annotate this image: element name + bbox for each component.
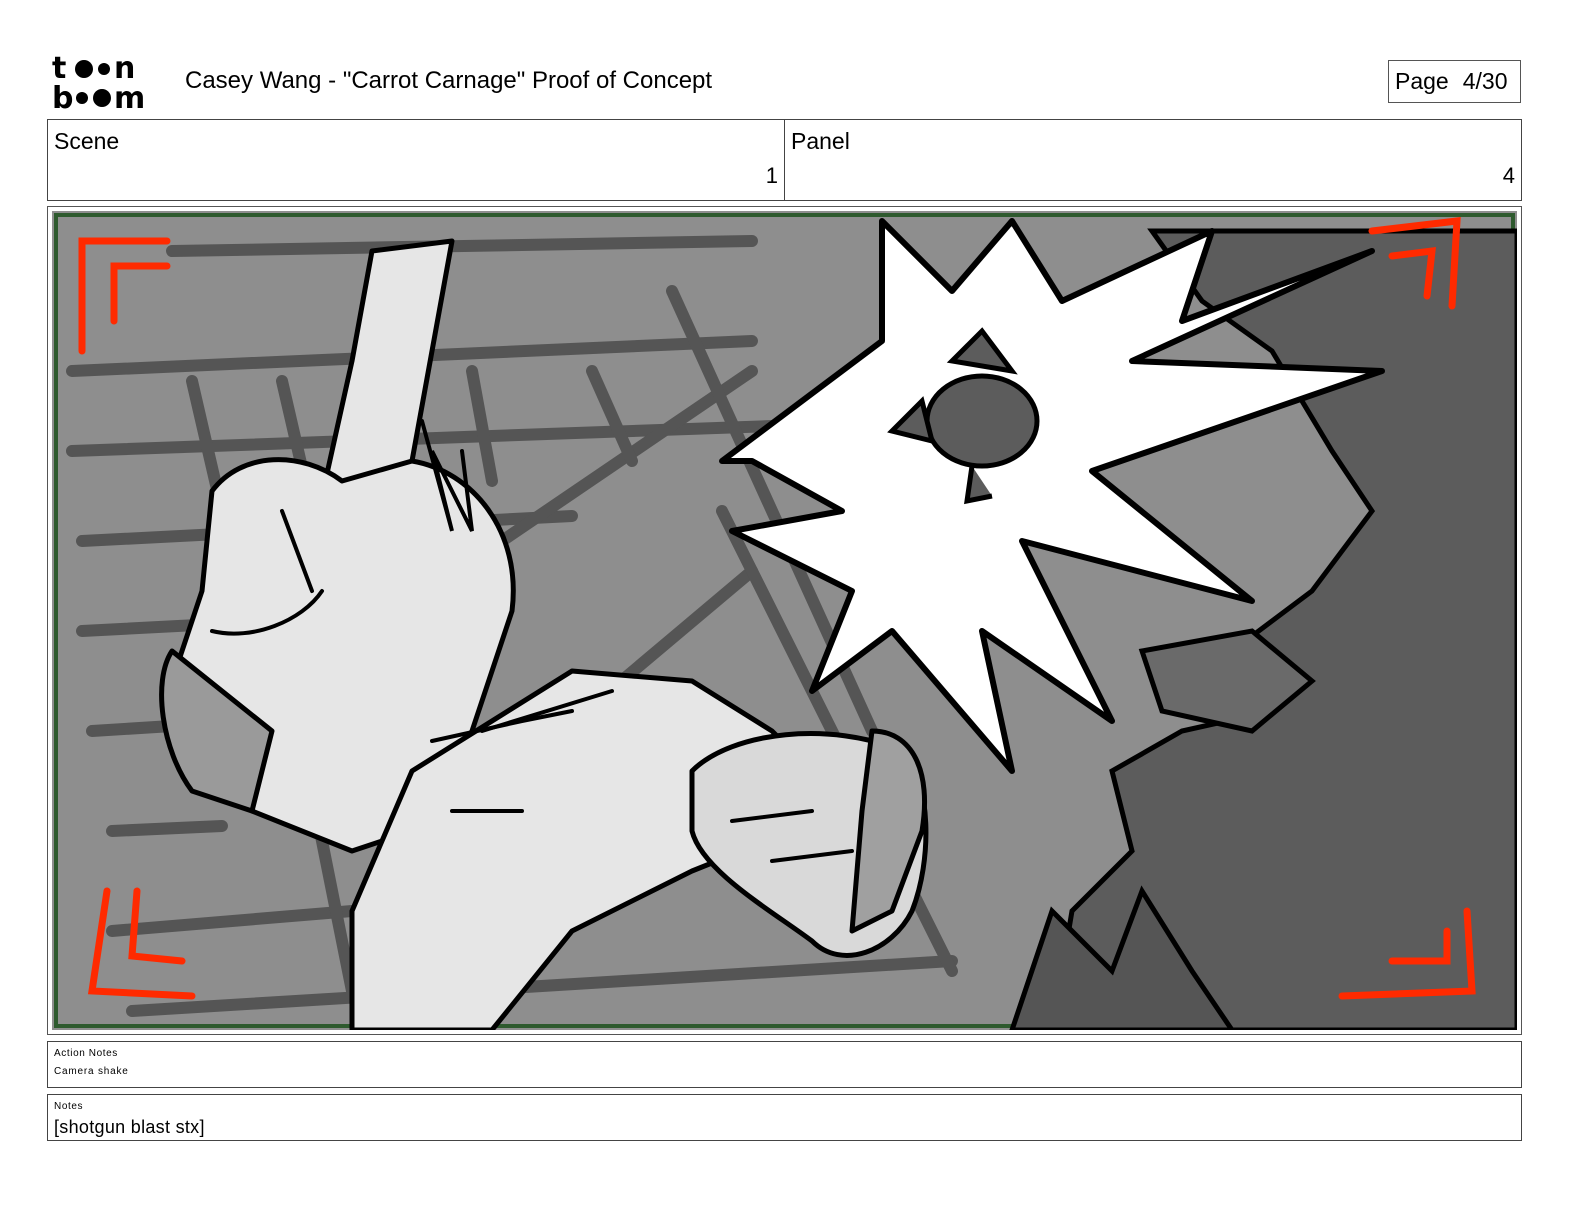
action-notes-text: Camera shake — [54, 1066, 129, 1077]
panel-cell: Panel 4 — [785, 120, 1521, 200]
page-label: Page — [1395, 68, 1449, 94]
scene-cell: Scene 1 — [48, 120, 785, 200]
toon-boom-logo: t n b m — [52, 52, 145, 112]
svg-text:m: m — [114, 81, 145, 112]
scene-number: 1 — [765, 163, 778, 188]
svg-text:b: b — [52, 81, 73, 112]
notes-box: Notes [shotgun blast stx] — [47, 1094, 1522, 1141]
storyboard-sketch-image — [52, 211, 1517, 1030]
scene-panel-row: Scene 1 Panel 4 — [47, 119, 1522, 201]
notes-text: [shotgun blast stx] — [54, 1117, 205, 1137]
document-title: Casey Wang - "Carrot Carnage" Proof of C… — [185, 67, 713, 94]
storyboard-panel — [47, 206, 1522, 1035]
action-notes-box: Action Notes Camera shake — [47, 1041, 1522, 1088]
notes-label: Notes — [54, 1101, 84, 1112]
scene-label: Scene — [54, 128, 120, 154]
panel-label: Panel — [791, 128, 850, 154]
page-number: 4/30 — [1462, 68, 1508, 94]
panel-number: 4 — [1502, 163, 1515, 188]
page-indicator: Page 4/30 — [1388, 60, 1521, 103]
action-notes-label: Action Notes — [54, 1048, 118, 1059]
